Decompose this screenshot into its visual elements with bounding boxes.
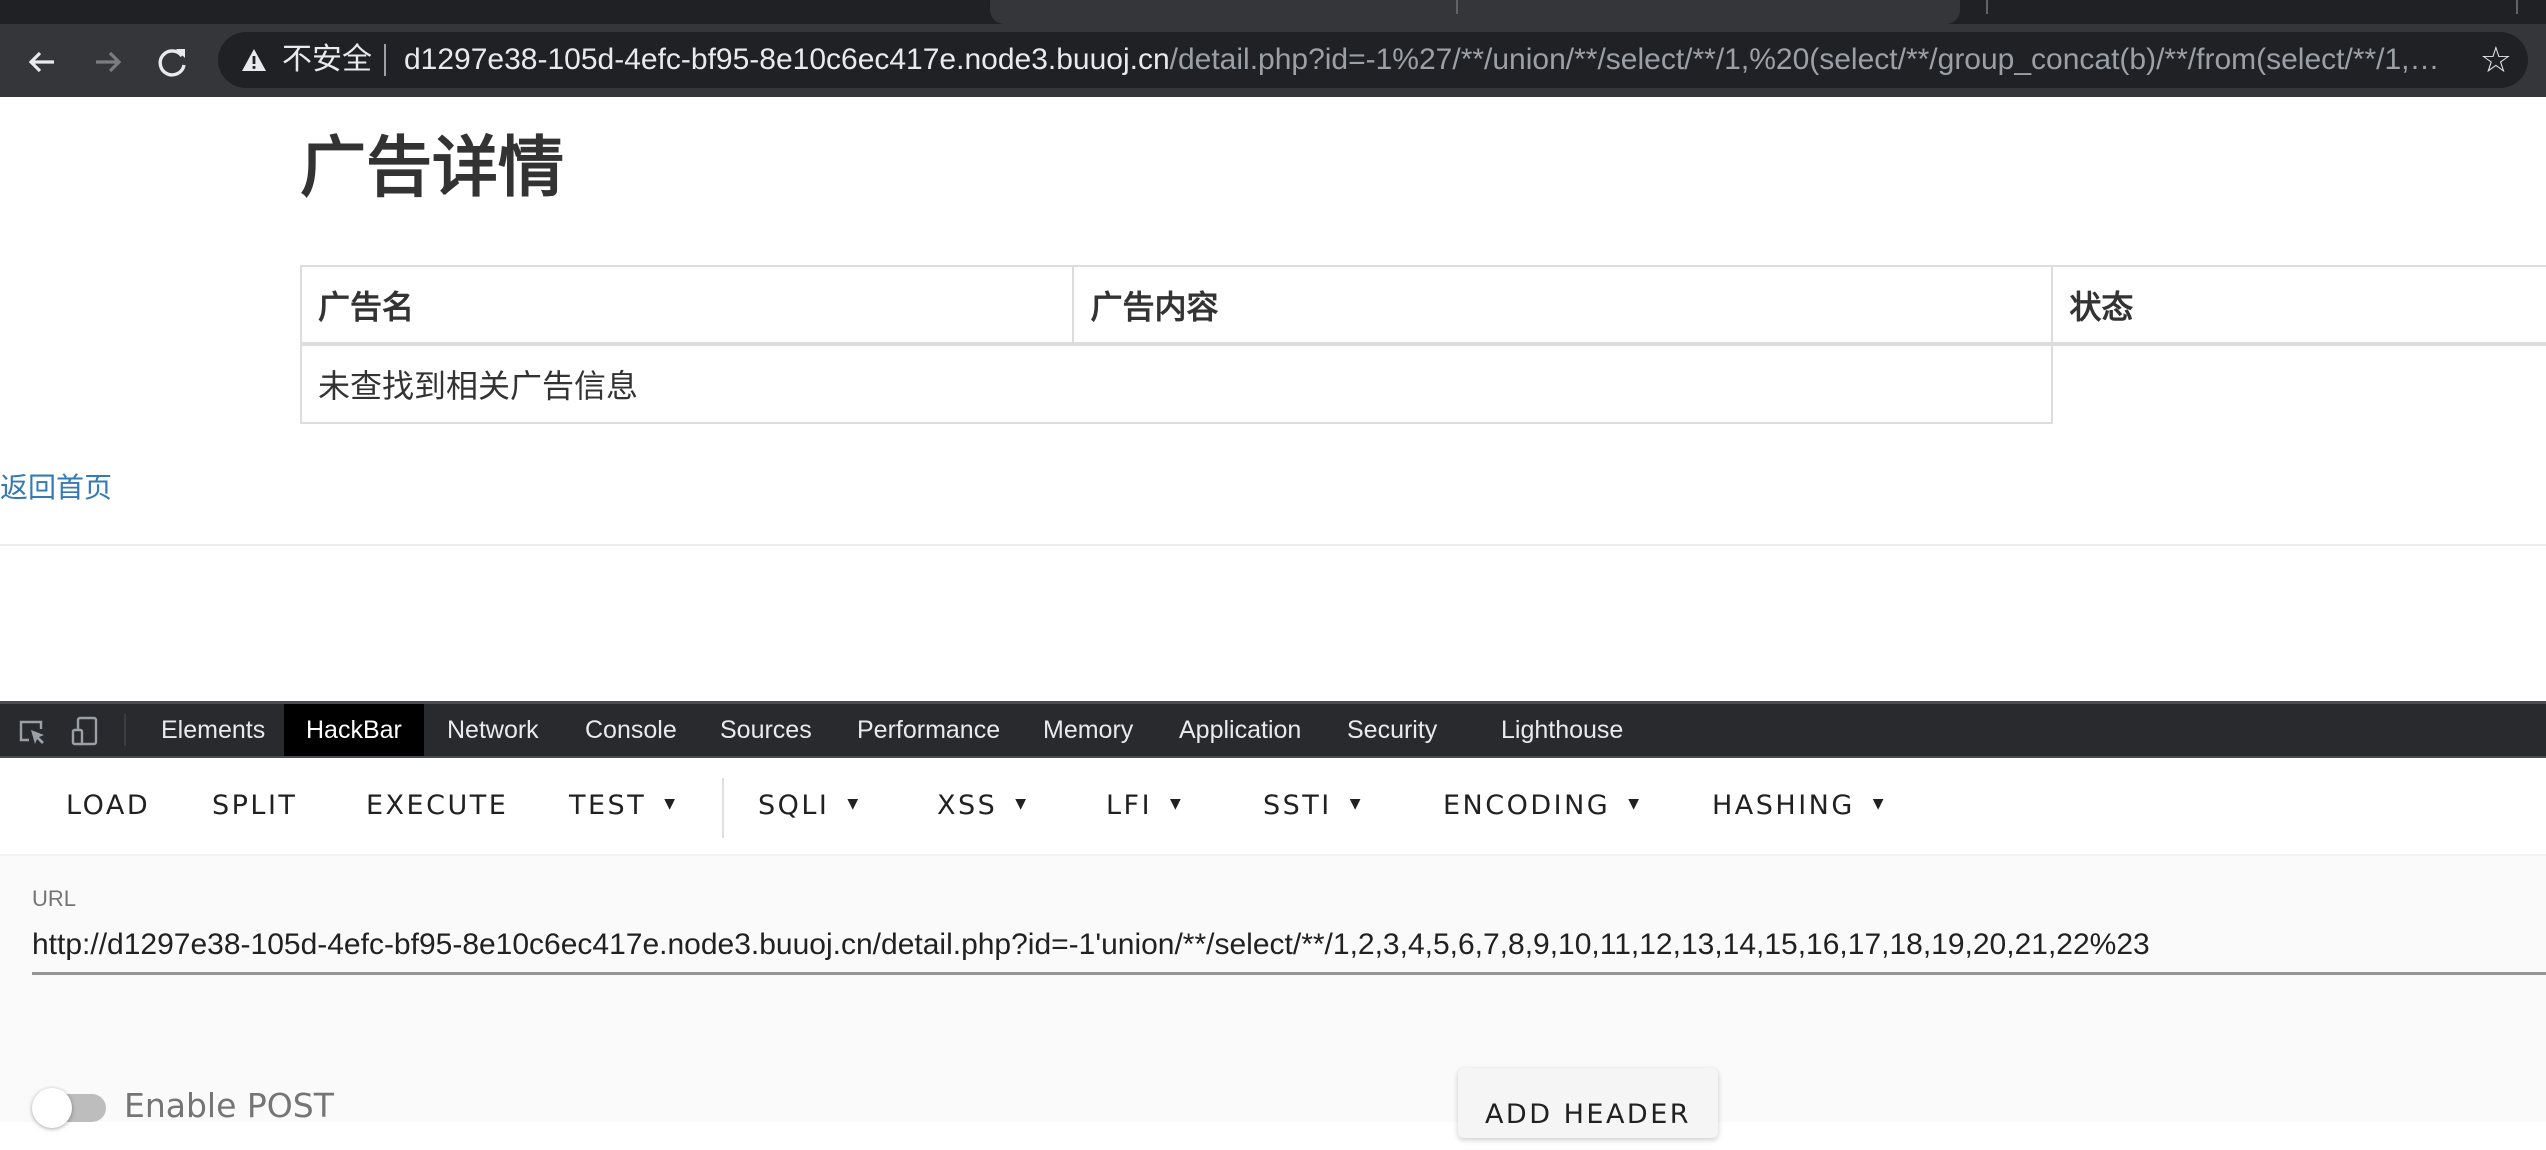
empty-cell	[2051, 344, 2546, 423]
inspect-element-icon[interactable]	[17, 716, 47, 746]
column-header-ad-content: 广告内容	[1072, 265, 2054, 346]
back-to-home-link[interactable]: 返回首页	[0, 466, 112, 506]
enable-post-label[interactable]: Enable POST	[124, 1086, 334, 1125]
browser-toolbar: 不安全 d1297e38-105d-4efc-bf95-8e10c6ec417e…	[0, 24, 2546, 97]
caret-down-icon: ▼	[664, 795, 678, 812]
caret-down-icon: ▼	[1015, 795, 1029, 812]
devtools-tab-sources[interactable]: Sources	[698, 704, 834, 756]
page-title: 广告详情	[300, 129, 564, 206]
no-results-message: 未查找到相关广告信息	[299, 343, 2054, 424]
sqli-label: SQLI	[758, 790, 830, 821]
hashing-label: HASHING	[1712, 790, 1855, 821]
toolbar-separator	[722, 778, 724, 838]
url-field-label: URL	[32, 886, 77, 911]
tab-separator	[2516, 0, 2518, 14]
browser-tab-strip	[0, 0, 2546, 24]
page-divider	[0, 544, 2546, 546]
lfi-label: LFI	[1106, 790, 1153, 821]
address-bar[interactable]: 不安全 d1297e38-105d-4efc-bf95-8e10c6ec417e…	[218, 32, 2528, 88]
sqli-dropdown[interactable]: SQLI ▼	[758, 786, 861, 826]
url-path: /detail.php?id=-1%27/**/union/**/select/…	[1169, 43, 2444, 76]
encoding-label: ENCODING	[1443, 790, 1611, 821]
back-button[interactable]	[22, 42, 62, 82]
arrow-right-icon	[96, 51, 122, 73]
execute-label: EXECUTE	[366, 790, 509, 821]
table-header-row: 广告名 广告内容 状态	[299, 265, 2546, 346]
lfi-dropdown[interactable]: LFI ▼	[1106, 786, 1183, 826]
reload-button[interactable]	[152, 42, 192, 82]
add-header-button[interactable]: ADD HEADER	[1458, 1068, 1718, 1138]
toggle-thumb[interactable]	[32, 1088, 72, 1128]
test-label: TEST	[569, 790, 647, 821]
devtools-tab-lighthouse[interactable]: Lighthouse	[1479, 704, 1645, 756]
security-status-label[interactable]: 不安全	[282, 41, 372, 79]
caret-down-icon: ▼	[1628, 795, 1642, 812]
split-button[interactable]: SPLIT	[212, 786, 297, 826]
hashing-dropdown[interactable]: HASHING ▼	[1712, 786, 1886, 826]
hackbar-panel: URL Enable POST ADD HEADER	[0, 856, 2546, 1138]
execute-button[interactable]: EXECUTE	[366, 786, 508, 826]
url-input[interactable]	[32, 918, 2546, 975]
forward-button[interactable]	[88, 42, 128, 82]
browser-tab-active[interactable]	[990, 0, 1960, 24]
caret-down-icon: ▼	[1872, 795, 1887, 812]
devtools-tab-hackbar[interactable]: HackBar	[284, 704, 424, 756]
encoding-dropdown[interactable]: ENCODING ▼	[1443, 786, 1642, 826]
devtools-tab-network[interactable]: Network	[425, 704, 561, 756]
devtools-tab-console[interactable]: Console	[563, 704, 699, 756]
tab-separator	[1986, 0, 1988, 14]
warning-triangle-icon	[242, 49, 266, 71]
devtools-tab-performance[interactable]: Performance	[835, 704, 1022, 756]
split-label: SPLIT	[212, 790, 298, 821]
tab-separator	[1456, 0, 1458, 14]
load-button[interactable]: LOAD	[66, 786, 150, 826]
table-row: 未查找到相关广告信息	[299, 343, 2546, 424]
reload-icon	[158, 49, 186, 77]
devtools-tab-memory[interactable]: Memory	[1021, 704, 1155, 756]
xss-label: XSS	[937, 790, 998, 821]
load-label: LOAD	[66, 790, 151, 821]
ssti-dropdown[interactable]: SSTI ▼	[1263, 786, 1363, 826]
hackbar-toolbar: LOAD SPLIT EXECUTE TEST ▼ SQLI ▼ XSS ▼ LFI ▼…	[0, 758, 2546, 856]
devtools-separator	[124, 714, 126, 746]
address-bar-url[interactable]: d1297e38-105d-4efc-bf95-8e10c6ec417e.nod…	[404, 42, 2444, 78]
caret-down-icon: ▼	[847, 795, 861, 812]
omnibox-separator	[384, 44, 386, 76]
arrow-left-icon	[28, 51, 54, 73]
caret-down-icon: ▼	[1170, 795, 1184, 812]
devtools-tab-application[interactable]: Application	[1157, 704, 1323, 756]
caret-down-icon: ▼	[1349, 795, 1364, 812]
star-icon[interactable]: ☆	[2480, 40, 2512, 80]
devtools-tab-elements[interactable]: Elements	[139, 704, 287, 756]
enable-post-toggle[interactable]	[32, 1088, 108, 1128]
column-header-status: 状态	[2051, 265, 2546, 346]
browser-tab[interactable]	[0, 0, 990, 24]
xss-dropdown[interactable]: XSS ▼	[937, 786, 1029, 826]
url-host: d1297e38-105d-4efc-bf95-8e10c6ec417e.nod…	[404, 43, 1170, 76]
device-toolbar-icon[interactable]	[70, 716, 100, 746]
ssti-label: SSTI	[1263, 790, 1332, 821]
column-header-ad-name: 广告名	[299, 265, 1075, 346]
devtools-tab-security[interactable]: Security	[1325, 704, 1459, 756]
ads-table: 广告名 广告内容 状态 未查找到相关广告信息	[299, 265, 2546, 424]
test-dropdown[interactable]: TEST ▼	[569, 786, 677, 826]
devtools-tab-bar: Elements HackBar Network Console Sources…	[0, 704, 2546, 756]
